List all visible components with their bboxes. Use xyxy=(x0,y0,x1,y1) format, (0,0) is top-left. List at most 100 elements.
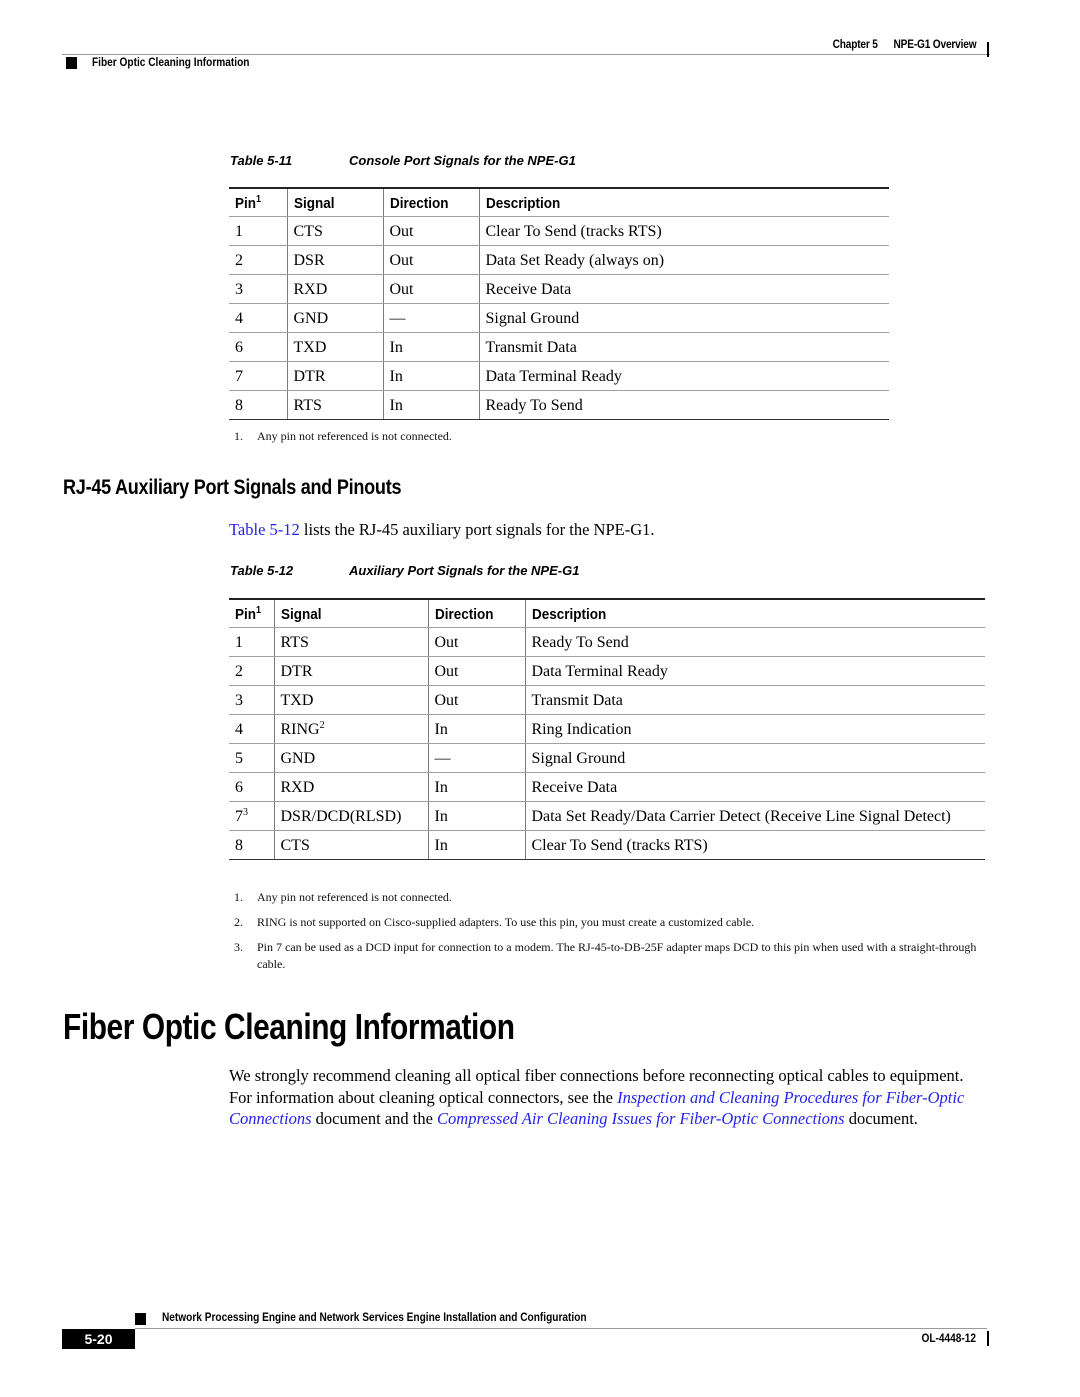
table-row: 6 TXD In Transmit Data xyxy=(229,332,889,362)
footnote: 1. Any pin not referenced is not connecte… xyxy=(234,890,452,904)
cell-description: Signal Ground xyxy=(478,303,889,333)
cell-signal: CTS xyxy=(286,216,383,246)
chapter-title: NPE-G1 Overview xyxy=(893,39,976,51)
footnote: 2. RING is not supported on Cisco-supplie… xyxy=(234,915,755,929)
cell-description: Transmit Data xyxy=(524,685,985,715)
cell-pin: 6 xyxy=(229,332,287,362)
page-number-badge: 5-20 xyxy=(62,1329,135,1349)
compressed-air-cleaning-issues-link[interactable]: Compressed Air Cleaning Issues for Fiber… xyxy=(437,1109,845,1128)
table2-number: Table 5-12 xyxy=(230,563,294,578)
column-header-signal: Signal xyxy=(273,598,428,628)
cell-direction: Out xyxy=(427,627,525,657)
footer-marker xyxy=(135,1313,146,1325)
column-header-direction: Direction xyxy=(382,187,479,217)
cell-description: Transmit Data xyxy=(478,332,889,362)
cell-description: Ready To Send xyxy=(524,627,985,657)
footnote: 1. Any pin not referenced is not connecte… xyxy=(234,429,452,443)
table-row: 4 RING2 In Ring Indication xyxy=(229,714,985,744)
cell-direction: In xyxy=(427,714,525,744)
cell-direction: In xyxy=(427,830,525,860)
table-5-12-link[interactable]: Table 5-12 xyxy=(229,520,300,539)
section-heading-fiber-optic: Fiber Optic Cleaning Information xyxy=(63,1006,515,1047)
cell-direction: Out xyxy=(382,245,479,275)
header-rule xyxy=(62,54,990,55)
table-row: 8 CTS In Clear To Send (tracks RTS) xyxy=(229,830,985,860)
cell-pin: 4 xyxy=(229,303,287,333)
cell-description: Ready To Send xyxy=(478,390,889,420)
header-section-marker xyxy=(66,57,77,69)
header-marker-bar xyxy=(987,42,989,57)
cell-pin: 2 xyxy=(229,656,274,686)
table-row: 6 RXD In Receive Data xyxy=(229,772,985,802)
cell-description: Data Terminal Ready xyxy=(524,656,985,686)
cell-description: Ring Indication xyxy=(524,714,985,744)
table1-title: Console Port Signals for the NPE-G1 xyxy=(349,153,576,168)
rj45-intro-paragraph: Table 5-12 lists the RJ-45 auxiliary por… xyxy=(229,520,655,539)
footer-marker-bar xyxy=(987,1331,989,1346)
cell-pin: 8 xyxy=(229,830,274,860)
cell-signal: RTS xyxy=(273,627,428,657)
cell-direction: In xyxy=(427,801,525,831)
cell-signal: DSR xyxy=(286,245,383,275)
cell-pin: 5 xyxy=(229,743,274,773)
auxiliary-port-signals-table: Pin1 Signal Direction Description 1 RTS Ou… xyxy=(229,598,985,860)
column-header-description: Description xyxy=(524,598,985,628)
table2-title: Auxiliary Port Signals for the NPE-G1 xyxy=(349,563,580,578)
section-heading-rj45: RJ-45 Auxiliary Port Signals and Pinouts xyxy=(63,476,402,499)
table-row: 3 TXD Out Transmit Data xyxy=(229,685,985,715)
cell-direction: In xyxy=(382,361,479,391)
cell-signal: GND xyxy=(273,743,428,773)
cell-signal: RXD xyxy=(286,274,383,304)
table1-footnotes: 1. Any pin not referenced is not connecte… xyxy=(229,428,889,453)
cell-direction: Out xyxy=(382,216,479,246)
table-row: 73 DSR/DCD(RLSD) In Data Set Ready/Data Car… xyxy=(229,801,985,831)
table-row: 1 RTS Out Ready To Send xyxy=(229,627,985,657)
cell-pin: 1 xyxy=(229,627,274,657)
cell-pin: 6 xyxy=(229,772,274,802)
cell-description: Signal Ground xyxy=(524,743,985,773)
cell-signal: DSR/DCD(RLSD) xyxy=(273,801,428,831)
table-row: 3 RXD Out Receive Data xyxy=(229,274,889,304)
cell-signal: RING2 xyxy=(273,714,428,744)
table-row: 4 GND — Signal Ground xyxy=(229,303,889,333)
cell-pin: 8 xyxy=(229,390,287,420)
cell-description: Receive Data xyxy=(524,772,985,802)
cell-signal: GND xyxy=(286,303,383,333)
header-chapter: Chapter 5 NPE-G1 Overview xyxy=(832,39,976,51)
cell-direction: In xyxy=(427,772,525,802)
cell-signal: CTS xyxy=(273,830,428,860)
cell-pin: 3 xyxy=(229,274,287,304)
cell-signal: DTR xyxy=(273,656,428,686)
cell-signal: RXD xyxy=(273,772,428,802)
table-row: 8 RTS In Ready To Send xyxy=(229,390,889,420)
cell-pin: 1 xyxy=(229,216,287,246)
header-section-title: Fiber Optic Cleaning Information xyxy=(92,57,250,69)
cell-direction: — xyxy=(382,303,479,333)
column-header-direction: Direction xyxy=(427,598,525,628)
cell-description: Clear To Send (tracks RTS) xyxy=(524,830,985,860)
column-header-signal: Signal xyxy=(286,187,383,217)
cell-direction: — xyxy=(427,743,525,773)
footer-doc-number: OL-4448-12 xyxy=(921,1333,976,1345)
cell-description: Data Terminal Ready xyxy=(478,361,889,391)
table1-number: Table 5-11 xyxy=(230,153,293,168)
footnote: 3. Pin 7 can be used as a DCD input for c… xyxy=(234,940,977,971)
cell-direction: Out xyxy=(427,685,525,715)
column-header-pin: Pin1 xyxy=(229,598,274,628)
cell-description: Data Set Ready/Data Carrier Detect (Rece… xyxy=(524,801,985,831)
console-port-signals-table: Pin1 Signal Direction Description 1 CTS Ou… xyxy=(229,187,889,420)
cell-pin: 73 xyxy=(229,801,274,831)
table-row: 2 DTR Out Data Terminal Ready xyxy=(229,656,985,686)
cell-direction: Out xyxy=(382,274,479,304)
cell-pin: 2 xyxy=(229,245,287,275)
cell-description: Data Set Ready (always on) xyxy=(478,245,889,275)
footer-rule xyxy=(135,1328,987,1329)
table-header-row: Pin1 Signal Direction Description xyxy=(229,598,985,628)
cell-direction: In xyxy=(382,332,479,362)
cell-pin: 3 xyxy=(229,685,274,715)
cell-pin: 4 xyxy=(229,714,274,744)
cell-description: Receive Data xyxy=(478,274,889,304)
table-row: 7 DTR In Data Terminal Ready xyxy=(229,361,889,391)
footer-book-title: Network Processing Engine and Network Se… xyxy=(162,1312,587,1324)
cell-direction: Out xyxy=(427,656,525,686)
